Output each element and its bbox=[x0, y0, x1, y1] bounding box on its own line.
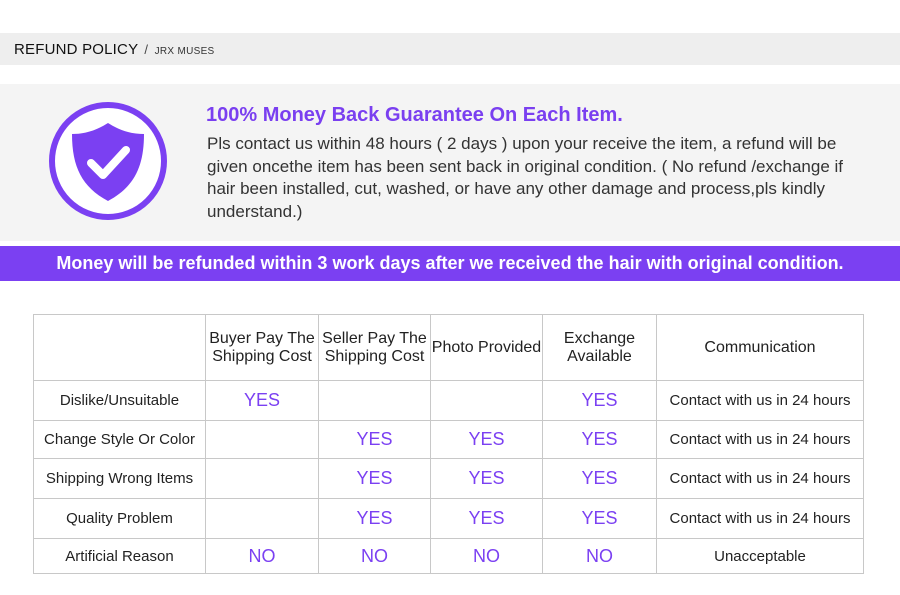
row-label: Quality Problem bbox=[33, 498, 206, 539]
cell-photo: YES bbox=[430, 458, 543, 499]
row-label: Artificial Reason bbox=[33, 538, 206, 574]
refund-policy-table: Buyer Pay The Shipping Cost Seller Pay T… bbox=[33, 314, 864, 574]
cell-exchange: YES bbox=[542, 498, 657, 539]
table-row: Quality Problem YES YES YES Contact with… bbox=[33, 498, 864, 539]
header-title-text: REFUND POLICY bbox=[14, 41, 139, 58]
cell-seller-pay: NO bbox=[318, 538, 431, 574]
cell-communication: Contact with us in 24 hours bbox=[656, 420, 864, 459]
cell-seller-pay bbox=[318, 380, 431, 421]
table-row: Shipping Wrong Items YES YES YES Contact… bbox=[33, 458, 864, 499]
cell-buyer-pay: NO bbox=[205, 538, 319, 574]
cell-exchange: YES bbox=[542, 380, 657, 421]
table-header-row: Buyer Pay The Shipping Cost Seller Pay T… bbox=[33, 314, 864, 381]
cell-photo: YES bbox=[430, 420, 543, 459]
cell-exchange: YES bbox=[542, 458, 657, 499]
cell-photo: YES bbox=[430, 498, 543, 539]
table-header-communication: Communication bbox=[656, 314, 864, 381]
cell-buyer-pay bbox=[205, 458, 319, 499]
table-header-photo: Photo Provided bbox=[430, 314, 543, 381]
cell-photo bbox=[430, 380, 543, 421]
cell-exchange: NO bbox=[542, 538, 657, 574]
table-header-exchange: Exchange Available bbox=[542, 314, 657, 381]
table-row: Change Style Or Color YES YES YES Contac… bbox=[33, 420, 864, 459]
row-label: Dislike/Unsuitable bbox=[33, 380, 206, 421]
header-bar: REFUND POLICY / JRX MUSES bbox=[0, 33, 900, 65]
table-row: Artificial Reason NO NO NO NO Unacceptab… bbox=[33, 538, 864, 574]
cell-communication: Contact with us in 24 hours bbox=[656, 380, 864, 421]
guarantee-title: 100% Money Back Guarantee On Each Item. bbox=[206, 104, 623, 126]
cell-seller-pay: YES bbox=[318, 458, 431, 499]
guarantee-panel: 100% Money Back Guarantee On Each Item. … bbox=[0, 84, 900, 241]
table-header-empty bbox=[33, 314, 206, 381]
page-title: REFUND POLICY / JRX MUSES bbox=[14, 41, 215, 58]
table-header-buyer-pay: Buyer Pay The Shipping Cost bbox=[205, 314, 319, 381]
brand-name: JRX MUSES bbox=[154, 46, 215, 57]
header-separator: / bbox=[144, 42, 149, 57]
cell-exchange: YES bbox=[542, 420, 657, 459]
cell-seller-pay: YES bbox=[318, 420, 431, 459]
row-label: Shipping Wrong Items bbox=[33, 458, 206, 499]
cell-photo: NO bbox=[430, 538, 543, 574]
table-row: Dislike/Unsuitable YES YES Contact with … bbox=[33, 380, 864, 421]
cell-seller-pay: YES bbox=[318, 498, 431, 539]
refund-banner-text: Money will be refunded within 3 work day… bbox=[56, 253, 844, 273]
table-header-seller-pay: Seller Pay The Shipping Cost bbox=[318, 314, 431, 381]
cell-communication: Contact with us in 24 hours bbox=[656, 458, 864, 499]
cell-communication: Contact with us in 24 hours bbox=[656, 498, 864, 539]
cell-buyer-pay bbox=[205, 420, 319, 459]
refund-banner: Money will be refunded within 3 work day… bbox=[0, 246, 900, 281]
cell-buyer-pay bbox=[205, 498, 319, 539]
guarantee-description: Pls contact us within 48 hours ( 2 days … bbox=[207, 134, 844, 221]
shield-check-icon bbox=[48, 101, 168, 221]
cell-communication: Unacceptable bbox=[656, 538, 864, 574]
cell-buyer-pay: YES bbox=[205, 380, 319, 421]
row-label: Change Style Or Color bbox=[33, 420, 206, 459]
